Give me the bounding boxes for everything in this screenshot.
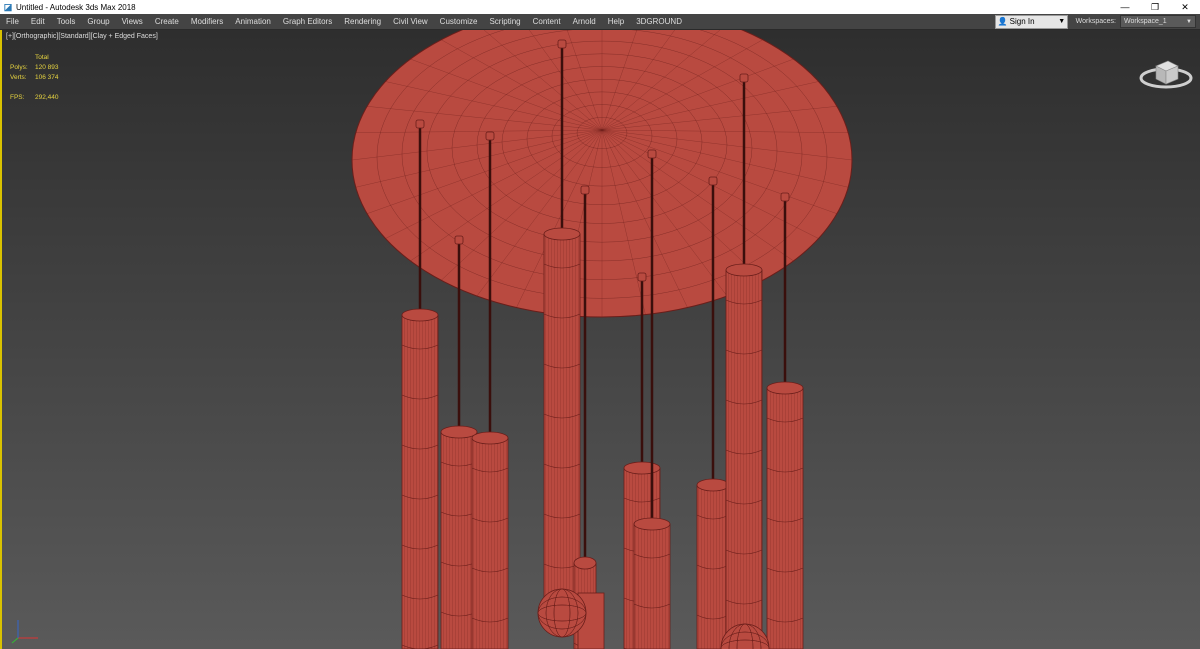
app-icon[interactable]: ◪ xyxy=(3,2,13,12)
stats-header: Total xyxy=(35,54,49,61)
workspace-select[interactable]: Workspace_1 ▼ xyxy=(1120,15,1196,28)
pendant-cap xyxy=(725,263,763,277)
stats-fps: FPS: 292,440 xyxy=(10,94,59,101)
pendant-cap xyxy=(440,425,478,439)
pendant-cap xyxy=(543,227,581,241)
scene-render[interactable] xyxy=(2,30,1200,649)
pendant-wire xyxy=(472,438,508,649)
pendant-wire xyxy=(634,524,670,649)
sign-in-dropdown[interactable]: 👤 Sign In ▼ xyxy=(994,14,1068,29)
pendant-hook xyxy=(708,176,718,186)
pendant-cap xyxy=(623,461,661,475)
pendant-sphere xyxy=(537,588,587,638)
menu-3dground[interactable]: 3DGROUND xyxy=(630,14,688,30)
pendant-wire xyxy=(544,234,580,600)
menu-customize[interactable]: Customize xyxy=(434,14,484,30)
menu-scripting[interactable]: Scripting xyxy=(483,14,526,30)
pendant-hook xyxy=(780,192,790,202)
viewport-shading-mode[interactable]: [Clay + Edged Faces] xyxy=(91,33,158,40)
menu-bar: File Edit Tools Group Views Create Modif… xyxy=(0,14,1200,30)
menu-create[interactable]: Create xyxy=(149,14,185,30)
menu-animation[interactable]: Animation xyxy=(229,14,277,30)
menu-group[interactable]: Group xyxy=(81,14,115,30)
menu-help[interactable]: Help xyxy=(602,14,630,30)
menu-graph-editors[interactable]: Graph Editors xyxy=(277,14,338,30)
menu-edit[interactable]: Edit xyxy=(25,14,51,30)
pendant-cap xyxy=(766,381,804,395)
menu-views[interactable]: Views xyxy=(116,14,149,30)
pendant-wire xyxy=(767,388,803,649)
pendant-hook xyxy=(647,149,657,159)
window-controls: — ❐ ✕ xyxy=(1110,0,1200,14)
chevron-down-icon: ▼ xyxy=(1058,18,1066,25)
menu-items: File Edit Tools Group Views Create Modif… xyxy=(0,14,995,30)
axis-tripod-icon xyxy=(11,620,38,644)
menu-civil-view[interactable]: Civil View xyxy=(387,14,434,30)
sign-in-label: Sign In xyxy=(1009,17,1035,26)
close-icon[interactable]: ✕ xyxy=(1170,0,1200,14)
user-icon: 👤 xyxy=(997,17,1008,26)
pendant-hook xyxy=(637,272,647,282)
minimize-icon[interactable]: — xyxy=(1110,0,1140,14)
workspaces-label: Workspaces: xyxy=(1075,18,1116,25)
viewport-label: [+] [Orthographic] [Standard] [Clay + Ed… xyxy=(6,33,158,40)
restore-icon[interactable]: ❐ xyxy=(1140,0,1170,14)
pendant-hook xyxy=(485,131,495,141)
viewport-statistics: Total Polys: 120 893 Verts: 106 374 FPS:… xyxy=(10,53,59,103)
perspective-viewport[interactable]: [+] [Orthographic] [Standard] [Clay + Ed… xyxy=(0,30,1200,649)
title-bar: ◪ Untitled - Autodesk 3ds Max 2018 — ❐ ✕ xyxy=(0,0,1200,14)
pendant-cap xyxy=(633,517,671,531)
stats-verts: Verts: 106 374 xyxy=(10,74,59,81)
pendant-hook xyxy=(739,73,749,83)
pendant-hook xyxy=(580,185,590,195)
pendant-cap xyxy=(471,431,509,445)
menu-modifiers[interactable]: Modifiers xyxy=(185,14,229,30)
pendant-hook xyxy=(557,39,567,49)
menu-file[interactable]: File xyxy=(0,14,25,30)
workspace-value: Workspace_1 xyxy=(1124,18,1167,25)
viewport-shading-standard[interactable]: [Standard] xyxy=(58,33,90,40)
pendant-cap xyxy=(696,478,730,492)
pendant-hook xyxy=(454,235,464,245)
pendant-hook xyxy=(415,119,425,129)
viewport-view-type[interactable]: [Orthographic] xyxy=(14,33,58,40)
menu-tools[interactable]: Tools xyxy=(51,14,82,30)
pendant-cap xyxy=(573,556,597,570)
stats-polys: Polys: 120 893 xyxy=(10,64,59,71)
menu-content[interactable]: Content xyxy=(527,14,567,30)
pendant-wire xyxy=(726,270,762,649)
viewcube-icon[interactable] xyxy=(1138,52,1194,92)
window-title: Untitled - Autodesk 3ds Max 2018 xyxy=(16,2,136,12)
viewport-menu-plus[interactable]: [+] xyxy=(6,33,14,40)
menu-arnold[interactable]: Arnold xyxy=(567,14,602,30)
chevron-down-icon: ▼ xyxy=(1186,18,1192,25)
menu-rendering[interactable]: Rendering xyxy=(338,14,387,30)
pendant-cap xyxy=(401,308,439,322)
